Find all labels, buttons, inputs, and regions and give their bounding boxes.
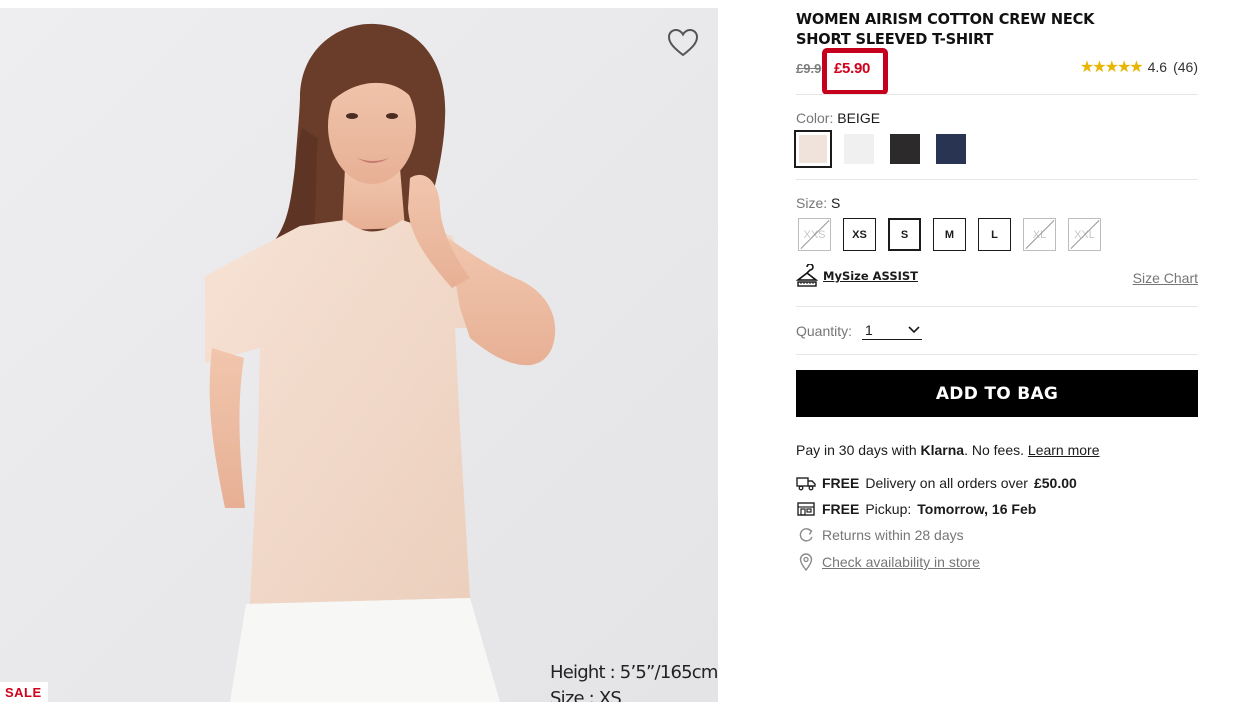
klarna-brand: Klarna bbox=[920, 442, 965, 458]
swatch-off-white-fill bbox=[844, 134, 874, 164]
mysize-assist-link[interactable]: MySize ASSIST bbox=[796, 264, 918, 288]
model-photo bbox=[0, 8, 718, 702]
returns-info: Returns within 28 days bbox=[796, 526, 964, 544]
color-label-row: Color: BEIGE bbox=[796, 110, 880, 126]
quantity-value: 1 bbox=[865, 322, 873, 338]
delivery-amount: £50.00 bbox=[1033, 475, 1077, 491]
swatch-black[interactable] bbox=[888, 132, 922, 166]
klarna-learn-more-link[interactable]: Learn more bbox=[1028, 442, 1100, 458]
sale-badge: SALE bbox=[0, 682, 48, 702]
quantity-label: Quantity: bbox=[796, 323, 853, 339]
klarna-suffix: . No fees. bbox=[964, 442, 1025, 458]
check-availability-link[interactable]: Check availability in store bbox=[822, 554, 980, 570]
swatch-off-white[interactable] bbox=[842, 132, 876, 166]
size-s[interactable]: S bbox=[888, 218, 921, 251]
truck-icon bbox=[796, 474, 816, 492]
delivery-free: FREE bbox=[822, 475, 860, 491]
size-label: Size: bbox=[796, 195, 828, 211]
model-caption: Height : 5’5”/165cm Size : XS bbox=[550, 660, 718, 702]
rating-stars-icon: ★★★★★ bbox=[1079, 59, 1144, 76]
size-options: XXS XS S M L XL XXL bbox=[798, 218, 1101, 251]
product-image[interactable]: Height : 5’5”/165cm Size : XS bbox=[0, 8, 718, 702]
product-title: WOMEN AIRISM COTTON CREW NECK SHORT SLEE… bbox=[796, 10, 1095, 48]
pickup-free: FREE bbox=[822, 501, 860, 517]
divider bbox=[796, 179, 1198, 180]
rating[interactable]: ★★★★★ 4.6 (46) bbox=[1080, 57, 1198, 77]
pickup-info: FREE Pickup: Tomorrow, 16 Feb bbox=[796, 500, 1036, 518]
heart-outline-icon bbox=[667, 28, 699, 57]
pickup-when: Tomorrow, 16 Feb bbox=[917, 501, 1037, 517]
store-availability: Check availability in store bbox=[796, 553, 980, 571]
size-value: S bbox=[831, 195, 841, 211]
chevron-down-icon bbox=[908, 326, 920, 334]
wishlist-button[interactable] bbox=[666, 26, 700, 60]
swatch-beige[interactable] bbox=[794, 130, 832, 168]
size-xxs[interactable]: XXS bbox=[798, 218, 831, 251]
quantity-row: Quantity: 1 bbox=[796, 322, 923, 340]
swatch-navy[interactable] bbox=[934, 132, 968, 166]
delivery-info: FREE Delivery on all orders over £50.00 bbox=[796, 474, 1077, 492]
divider bbox=[796, 306, 1198, 307]
size-l[interactable]: L bbox=[978, 218, 1011, 251]
review-count: (46) bbox=[1173, 59, 1198, 75]
color-swatches bbox=[794, 130, 968, 168]
quantity-select[interactable]: 1 bbox=[862, 322, 923, 340]
divider bbox=[796, 94, 1198, 95]
original-price: £9.9 bbox=[796, 61, 822, 76]
sale-price: £5.90 bbox=[834, 60, 871, 77]
caption-height: Height : 5’5”/165cm bbox=[550, 662, 718, 683]
size-xxl[interactable]: XXL bbox=[1068, 218, 1101, 251]
divider bbox=[796, 354, 1198, 355]
hanger-icon bbox=[796, 264, 818, 287]
add-to-bag-button[interactable]: ADD TO BAG bbox=[796, 370, 1198, 417]
klarna-prefix: Pay in 30 days with bbox=[796, 442, 917, 458]
color-value: BEIGE bbox=[837, 110, 881, 126]
swatch-beige-fill bbox=[796, 132, 830, 166]
size-label-row: Size: S bbox=[796, 195, 840, 211]
size-m[interactable]: M bbox=[933, 218, 966, 251]
caption-size: Size : XS bbox=[550, 688, 622, 702]
swatch-black-fill bbox=[890, 134, 920, 164]
store-icon bbox=[796, 500, 816, 518]
location-pin-icon bbox=[796, 553, 816, 571]
size-chart-link[interactable]: Size Chart bbox=[1133, 270, 1198, 286]
klarna-message: Pay in 30 days with Klarna. No fees. Lea… bbox=[796, 442, 1100, 458]
pickup-text: Pickup: bbox=[865, 501, 912, 517]
size-xl[interactable]: XL bbox=[1023, 218, 1056, 251]
swatch-navy-fill bbox=[936, 134, 966, 164]
mysize-assist-label: MySize ASSIST bbox=[823, 269, 919, 283]
rating-value: 4.6 bbox=[1147, 59, 1168, 75]
size-xs[interactable]: XS bbox=[843, 218, 876, 251]
color-label: Color: bbox=[796, 110, 834, 126]
delivery-text: Delivery on all orders over bbox=[865, 475, 1028, 491]
returns-icon bbox=[796, 526, 816, 544]
returns-text: Returns within 28 days bbox=[822, 527, 964, 543]
